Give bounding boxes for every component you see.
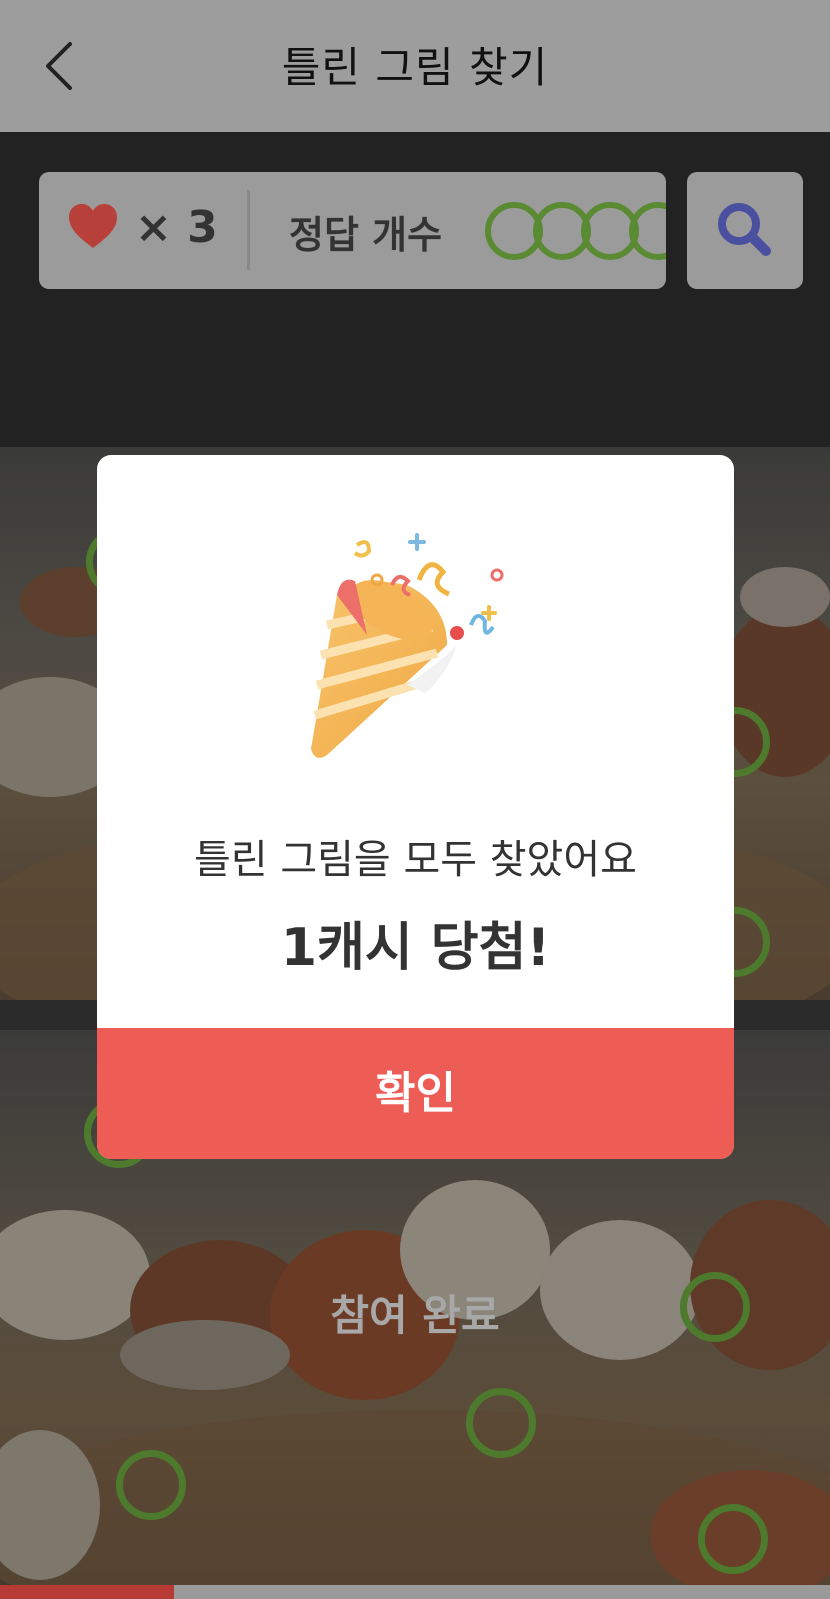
heart-icon bbox=[69, 204, 117, 248]
divider bbox=[247, 190, 250, 270]
found-difference-marker bbox=[466, 1388, 536, 1458]
found-difference-marker bbox=[116, 1450, 186, 1520]
answer-circle-icon bbox=[629, 202, 666, 260]
success-modal: 틀린 그림을 모두 찾았어요 1캐시 당첨! 확인 bbox=[97, 455, 734, 1159]
participation-complete-text: 참여 완료 bbox=[330, 1291, 500, 1340]
lives-count: × 3 bbox=[135, 202, 218, 253]
party-popper-icon bbox=[311, 533, 504, 758]
prize-text: 1캐시 당첨! bbox=[280, 918, 551, 978]
confirm-button[interactable]: 확인 bbox=[97, 1028, 734, 1159]
found-difference-marker bbox=[698, 1504, 768, 1574]
result-message: 틀린 그림을 모두 찾았어요 bbox=[194, 837, 637, 883]
status-box: × 3 정답 개수 bbox=[39, 172, 666, 289]
progress-fill bbox=[0, 1585, 175, 1599]
search-icon bbox=[718, 203, 771, 256]
page-title: 틀린 그림 찾기 bbox=[281, 43, 549, 92]
app-header: 틀린 그림 찾기 bbox=[0, 0, 830, 132]
progress-bar bbox=[0, 1585, 830, 1599]
answer-count-label: 정답 개수 bbox=[289, 213, 443, 257]
hint-search-button[interactable] bbox=[687, 172, 803, 289]
